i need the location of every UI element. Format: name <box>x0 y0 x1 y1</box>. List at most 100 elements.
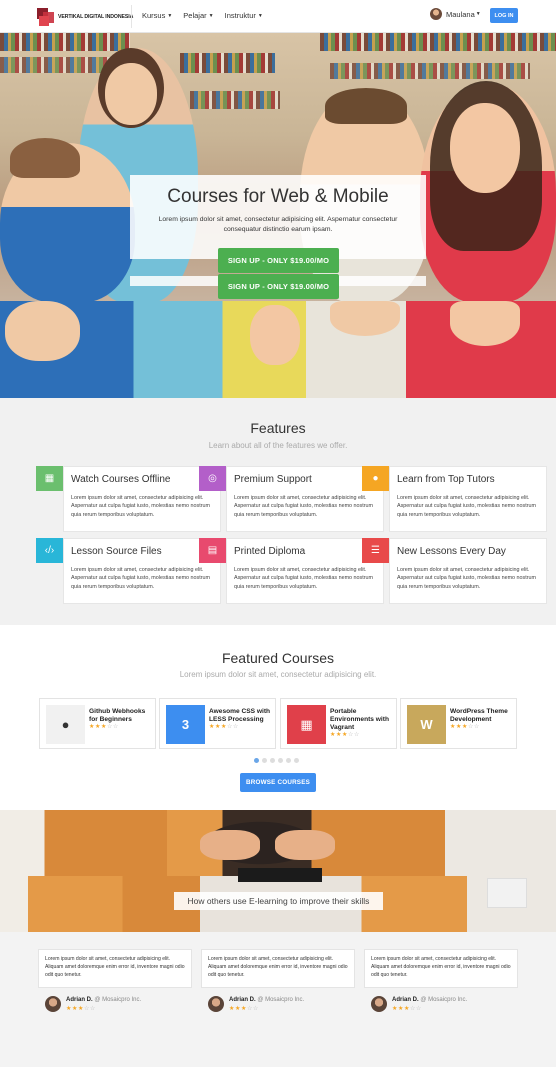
course-card[interactable]: ▦ Portable Environments with Vagrant ★★★☆☆ <box>280 698 397 749</box>
features-section: Features Learn about all of the features… <box>0 398 556 625</box>
main-menu: Kursus ▼ Pelajar ▼ Instruktur ▼ <box>142 11 263 20</box>
features-title: Features <box>250 420 306 436</box>
person-icon: ● <box>362 466 389 491</box>
courses-title: Featured Courses <box>221 650 335 666</box>
course-title: WordPress Theme Development <box>450 708 508 723</box>
course-card[interactable]: 3 Awesome CSS with LESS Processing ★★★☆☆ <box>159 698 276 749</box>
banner-caption: How others use E-learning to improve the… <box>174 892 383 910</box>
nav-divider <box>131 5 132 28</box>
login-button[interactable]: LOG IN <box>490 8 518 23</box>
code-icon: ‹/› <box>36 538 63 563</box>
feature-description: Lorem ipsum dolor sit amet, consectetur … <box>71 567 211 590</box>
avatar <box>45 996 61 1012</box>
course-thumbnail: ▦ <box>287 705 326 744</box>
avatar <box>208 996 224 1012</box>
testimonial-author: Adrian D. @ Mosaicpro Inc. ★★★☆☆ <box>201 995 355 1015</box>
feature-card: Printed Diploma Lorem ipsum dolor sit ame… <box>226 538 384 604</box>
testimonial-quote: Lorem ipsum dolor sit amet, consectetur … <box>371 956 511 978</box>
testimonial-card: Lorem ipsum dolor sit amet, consectetur … <box>364 949 518 988</box>
caret-down-icon: ▼ <box>257 13 263 20</box>
feature-card: Lesson Source Files Lorem ipsum dolor sit… <box>63 538 221 604</box>
testimonial-quote: Lorem ipsum dolor sit amet, consectetur … <box>208 956 348 978</box>
caret-down-icon: ▼ <box>208 13 214 20</box>
menu-item-kursus[interactable]: Kursus ▼ <box>142 11 172 20</box>
feature-description: Lorem ipsum dolor sit amet, consectetur … <box>397 567 537 590</box>
brand-logo[interactable]: VERTIKAL DIGITAL INDONESIA <box>37 6 133 26</box>
hero-card: Courses for Web & Mobile Lorem ipsum dol… <box>130 175 426 259</box>
author-name: Adrian D. @ Mosaicpro Inc. <box>229 997 305 1003</box>
rating-stars: ★★★☆☆ <box>66 1006 96 1012</box>
feature-title: New Lessons Every Day <box>397 546 506 557</box>
pagination-dot[interactable] <box>254 758 259 763</box>
pagination-dot[interactable] <box>278 758 283 763</box>
feature-card: Learn from Top Tutors Lorem ipsum dolor s… <box>389 466 547 532</box>
avatar <box>430 8 442 20</box>
testimonial-card: Lorem ipsum dolor sit amet, consectetur … <box>201 949 355 988</box>
signup-button[interactable]: SIGN UP - ONLY $19.00/MO <box>218 248 339 273</box>
course-card[interactable]: ● Github Webhooks for Beginners ★★★☆☆ <box>39 698 156 749</box>
testimonial-card: Lorem ipsum dolor sit amet, consectetur … <box>38 949 192 988</box>
brand-name: VERTIKAL DIGITAL INDONESIA <box>58 14 134 20</box>
carousel-pagination <box>254 758 299 763</box>
lifebuoy-icon: ◎ <box>199 466 226 491</box>
browse-courses-button[interactable]: BROWSE COURSES <box>240 773 316 792</box>
feature-card: New Lessons Every Day Lorem ipsum dolor s… <box>389 538 547 604</box>
feature-description: Lorem ipsum dolor sit amet, consectetur … <box>234 495 374 518</box>
windows-icon: ▦ <box>300 716 313 732</box>
video-icon: ▦ <box>36 466 63 491</box>
courses-subtitle: Lorem ipsum dolor sit amet, consectetur … <box>179 670 377 679</box>
testimonial-author: Adrian D. @ Mosaicpro Inc. ★★★☆☆ <box>38 995 192 1015</box>
pagination-dot[interactable] <box>286 758 291 763</box>
menu-item-pelajar[interactable]: Pelajar ▼ <box>183 11 213 20</box>
hero-section: Courses for Web & Mobile Lorem ipsum dol… <box>0 33 556 398</box>
github-icon: ● <box>61 717 70 732</box>
menu-item-instruktur[interactable]: Instruktur ▼ <box>225 11 263 20</box>
menu-label: Kursus <box>142 11 166 20</box>
printer-icon: ▤ <box>199 538 226 563</box>
course-thumbnail: W <box>407 705 446 744</box>
feature-title: Learn from Top Tutors <box>397 474 495 485</box>
feature-title: Lesson Source Files <box>71 546 162 557</box>
css3-icon: 3 <box>181 717 190 732</box>
feature-card: Premium Support Lorem ipsum dolor sit ame… <box>226 466 384 532</box>
rating-stars: ★★★☆☆ <box>392 1006 422 1012</box>
testimonials-section: Lorem ipsum dolor sit amet, consectetur … <box>0 932 556 1067</box>
menu-label: Instruktur <box>224 11 256 20</box>
user-menu[interactable]: Maulana ▼ <box>430 8 481 20</box>
rating-stars: ★★★☆☆ <box>330 731 360 738</box>
rating-stars: ★★★☆☆ <box>229 1006 259 1012</box>
hero-subtitle: Lorem ipsum dolor sit amet, consectetur … <box>158 216 398 233</box>
course-card[interactable]: W WordPress Theme Development ★★★☆☆ <box>400 698 517 749</box>
testimonial-banner-image <box>0 810 556 932</box>
wordpress-icon: W <box>420 717 433 732</box>
pagination-dot[interactable] <box>262 758 267 763</box>
navbar: VERTIKAL DIGITAL INDONESIA Kursus ▼ Pelaj… <box>0 0 556 33</box>
course-thumbnail: ● <box>46 705 85 744</box>
feature-description: Lorem ipsum dolor sit amet, consectetur … <box>234 567 374 590</box>
course-title: Github Webhooks for Beginners <box>89 708 146 723</box>
course-thumbnail: 3 <box>166 705 205 744</box>
feature-title: Watch Courses Offline <box>71 474 171 485</box>
avatar <box>371 996 387 1012</box>
user-name: Maulana <box>446 9 475 19</box>
rating-stars: ★★★☆☆ <box>89 723 119 730</box>
caret-down-icon: ▼ <box>475 11 481 17</box>
pagination-dot[interactable] <box>294 758 299 763</box>
course-title: Awesome CSS with LESS Processing <box>209 708 271 723</box>
caret-down-icon: ▼ <box>167 13 173 20</box>
list-icon: ☰ <box>362 538 389 563</box>
feature-description: Lorem ipsum dolor sit amet, consectetur … <box>397 495 537 518</box>
testimonial-quote: Lorem ipsum dolor sit amet, consectetur … <box>45 956 185 978</box>
courses-section: Featured Courses Lorem ipsum dolor sit a… <box>0 625 556 810</box>
rating-stars: ★★★☆☆ <box>209 723 239 730</box>
menu-label: Pelajar <box>183 11 207 20</box>
signup-button-secondary[interactable]: SIGN UP - ONLY $19.00/MO <box>218 274 339 299</box>
hero-title: Courses for Web & Mobile <box>167 186 389 207</box>
feature-card: Watch Courses Offline Lorem ipsum dolor s… <box>63 466 221 532</box>
pagination-dot[interactable] <box>270 758 275 763</box>
feature-title: Premium Support <box>234 474 312 485</box>
author-name: Adrian D. @ Mosaicpro Inc. <box>392 997 468 1003</box>
author-name: Adrian D. @ Mosaicpro Inc. <box>66 997 142 1003</box>
feature-description: Lorem ipsum dolor sit amet, consectetur … <box>71 495 211 518</box>
course-title: Portable Environments with Vagrant <box>330 708 389 731</box>
